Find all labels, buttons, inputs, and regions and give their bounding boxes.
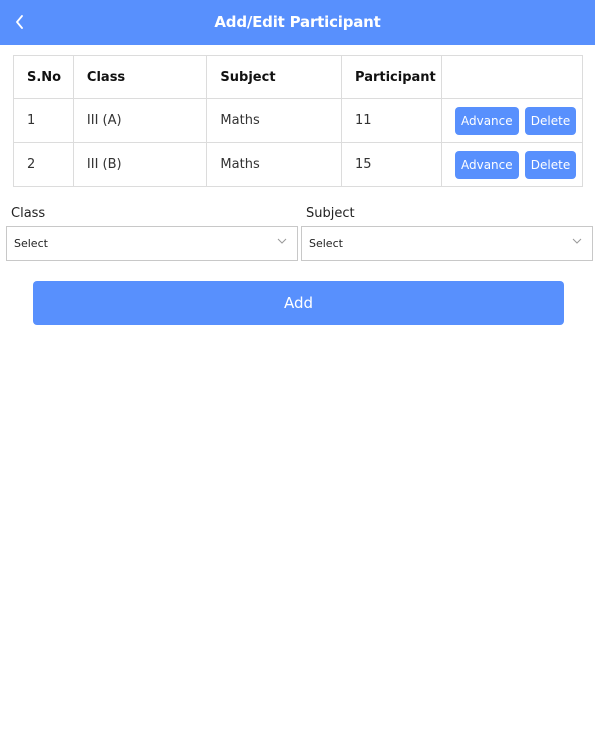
cell-class: III (A) [72,98,208,143]
advance-button[interactable]: Advance [454,150,519,179]
chevron-down-icon [277,238,287,244]
column-header-participant: Participant [341,55,442,99]
subject-select[interactable]: Select [301,226,593,261]
class-select[interactable]: Select [6,226,298,261]
cell-participant: 15 [341,142,442,187]
table-header-row: S.No Class Subject Participant [13,55,584,99]
column-header-actions [440,55,584,99]
column-header-class: Class [72,55,208,99]
participants-table: S.No Class Subject Participant 1 III (A)… [13,55,584,187]
cell-subject: Maths [206,142,343,187]
app-header: Add/Edit Participant [0,0,595,45]
advance-button[interactable]: Advance [454,106,519,135]
page-title: Add/Edit Participant [214,13,381,31]
delete-button[interactable]: Delete [524,106,577,135]
cell-sno: 2 [13,142,74,187]
class-label: Class [11,206,46,221]
column-header-subject: Subject [206,55,343,99]
class-select-value: Select [14,237,48,250]
column-header-sno: S.No [13,55,74,99]
add-button[interactable]: Add [33,281,564,325]
cell-actions: Advance Delete [440,142,584,187]
chevron-down-icon [572,238,582,244]
table-row: 1 III (A) Maths 11 Advance Delete [13,98,584,143]
cell-participant: 11 [341,98,442,143]
delete-button[interactable]: Delete [524,150,577,179]
cell-subject: Maths [206,98,343,143]
cell-class: III (B) [72,142,208,187]
table-row: 2 III (B) Maths 15 Advance Delete [13,142,584,187]
cell-actions: Advance Delete [440,98,584,143]
subject-select-value: Select [309,237,343,250]
subject-label: Subject [306,206,355,221]
cell-sno: 1 [13,98,74,143]
